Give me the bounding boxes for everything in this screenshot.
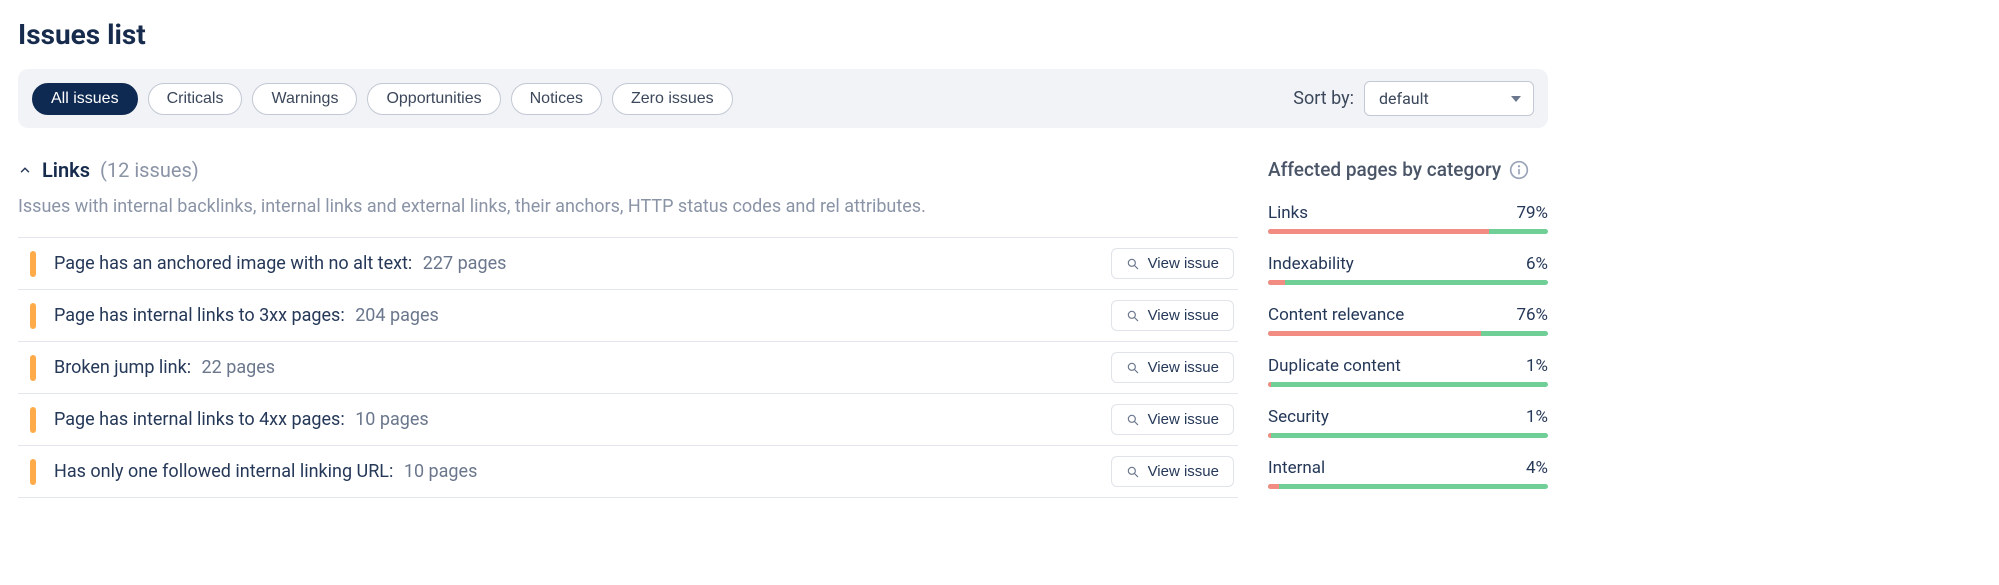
severity-warning-icon <box>30 459 36 485</box>
search-icon <box>1126 309 1140 323</box>
section-count: (12 issues) <box>100 158 199 182</box>
search-icon <box>1126 257 1140 271</box>
categories-title-row: Affected pages by category <box>1268 158 1548 181</box>
view-issue-button[interactable]: View issue <box>1111 456 1234 487</box>
sort-select[interactable]: default <box>1364 81 1534 116</box>
info-icon[interactable] <box>1509 160 1529 180</box>
issue-row: Broken jump link: 22 pages View issue <box>18 341 1238 393</box>
issues-list: Page has an anchored image with no alt t… <box>18 237 1238 498</box>
issue-row: Page has internal links to 3xx pages: 20… <box>18 289 1238 341</box>
category-pct: 4% <box>1526 458 1548 478</box>
section-header-links[interactable]: Links (12 issues) <box>18 158 1238 182</box>
view-issue-button[interactable]: View issue <box>1111 300 1234 331</box>
pill-zero-issues[interactable]: Zero issues <box>612 83 733 115</box>
severity-warning-icon <box>30 303 36 329</box>
category-bar <box>1268 331 1548 336</box>
category-pct: 6% <box>1526 254 1548 274</box>
view-issue-label: View issue <box>1148 255 1219 272</box>
issue-title: Page has internal links to 4xx pages: 10… <box>54 409 1111 430</box>
section-title: Links <box>42 158 90 182</box>
sort-select-value: default <box>1379 89 1429 108</box>
view-issue-button[interactable]: View issue <box>1111 352 1234 383</box>
category-pct: 76% <box>1516 305 1548 325</box>
category-label: Duplicate content <box>1268 356 1401 376</box>
category-content-relevance[interactable]: Content relevance 76% <box>1268 305 1548 336</box>
category-bar <box>1268 382 1548 387</box>
view-issue-button[interactable]: View issue <box>1111 248 1234 279</box>
sort-controls: Sort by: default <box>1293 81 1534 116</box>
issue-row: Has only one followed internal linking U… <box>18 445 1238 498</box>
view-issue-label: View issue <box>1148 463 1219 480</box>
category-bar <box>1268 484 1548 489</box>
view-issue-label: View issue <box>1148 307 1219 324</box>
issue-title: Page has internal links to 3xx pages: 20… <box>54 305 1111 326</box>
categories-title: Affected pages by category <box>1268 158 1501 181</box>
category-pct: 1% <box>1526 407 1548 427</box>
issue-title: Page has an anchored image with no alt t… <box>54 253 1111 274</box>
pill-warnings[interactable]: Warnings <box>252 83 357 115</box>
issue-title: Has only one followed internal linking U… <box>54 461 1111 482</box>
category-label: Security <box>1268 407 1329 427</box>
sort-by-label: Sort by: <box>1293 88 1354 109</box>
view-issue-label: View issue <box>1148 359 1219 376</box>
issue-count: 227 pages <box>423 253 507 274</box>
category-internal[interactable]: Internal 4% <box>1268 458 1548 489</box>
category-links[interactable]: Links 79% <box>1268 203 1548 234</box>
category-security[interactable]: Security 1% <box>1268 407 1548 438</box>
category-duplicate-content[interactable]: Duplicate content 1% <box>1268 356 1548 387</box>
chevron-up-icon <box>18 163 32 177</box>
pill-notices[interactable]: Notices <box>511 83 602 115</box>
severity-warning-icon <box>30 355 36 381</box>
search-icon <box>1126 413 1140 427</box>
category-bar <box>1268 433 1548 438</box>
category-bar <box>1268 229 1548 234</box>
issue-row: Page has internal links to 4xx pages: 10… <box>18 393 1238 445</box>
page-title: Issues list <box>18 18 1548 51</box>
issue-count: 204 pages <box>355 305 439 326</box>
pill-opportunities[interactable]: Opportunities <box>367 83 500 115</box>
category-bar <box>1268 280 1548 285</box>
issue-count: 22 pages <box>202 357 276 378</box>
category-label: Indexability <box>1268 254 1354 274</box>
category-pct: 79% <box>1516 203 1548 223</box>
issue-count: 10 pages <box>404 461 478 482</box>
filter-bar: All issues Criticals Warnings Opportunit… <box>18 69 1548 128</box>
category-indexability[interactable]: Indexability 6% <box>1268 254 1548 285</box>
category-label: Links <box>1268 203 1308 223</box>
severity-warning-icon <box>30 407 36 433</box>
category-pct: 1% <box>1526 356 1548 376</box>
view-issue-label: View issue <box>1148 411 1219 428</box>
severity-warning-icon <box>30 251 36 277</box>
search-icon <box>1126 361 1140 375</box>
issue-title: Broken jump link: 22 pages <box>54 357 1111 378</box>
pill-criticals[interactable]: Criticals <box>148 83 243 115</box>
view-issue-button[interactable]: View issue <box>1111 404 1234 435</box>
issue-count: 10 pages <box>355 409 429 430</box>
issue-row: Page has an anchored image with no alt t… <box>18 237 1238 289</box>
pill-all-issues[interactable]: All issues <box>32 83 138 115</box>
chevron-down-icon <box>1511 96 1521 102</box>
filter-pills: All issues Criticals Warnings Opportunit… <box>32 83 733 115</box>
category-label: Content relevance <box>1268 305 1404 325</box>
search-icon <box>1126 465 1140 479</box>
category-label: Internal <box>1268 458 1325 478</box>
section-description: Issues with internal backlinks, internal… <box>18 196 1238 217</box>
